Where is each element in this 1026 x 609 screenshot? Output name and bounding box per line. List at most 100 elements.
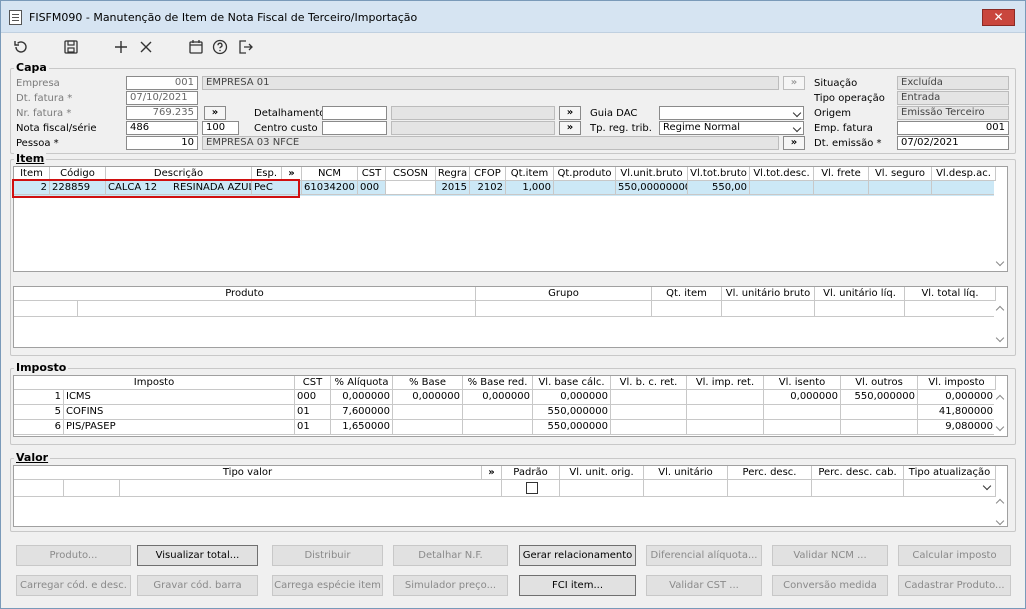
detalhar-nf-button[interactable]: Detalhar N.F.: [393, 545, 508, 566]
bc-ret-cell[interactable]: [611, 405, 687, 420]
exit-icon[interactable]: [235, 37, 255, 57]
vl-total-liq-empty-cell[interactable]: [905, 301, 996, 317]
imposto-name-cell[interactable]: ICMS: [64, 390, 295, 405]
base-red-cell[interactable]: [463, 405, 533, 420]
pessoa-code-field[interactable]: 10: [126, 136, 198, 150]
base-cell[interactable]: 0,000000: [393, 390, 463, 405]
col-vl-unitario-liq-header[interactable]: Vl. unitário líq.: [815, 287, 905, 301]
validar-cst-button[interactable]: Validar CST ...: [646, 575, 762, 596]
nr-fatura-lookup-button[interactable]: »: [204, 106, 226, 120]
carregar-cod-desc-button[interactable]: Carregar cód. e desc.: [16, 575, 131, 596]
vl-unitario-cell[interactable]: [644, 480, 728, 497]
imposto-number-cell[interactable]: 6: [14, 420, 64, 435]
col-aliquota-header[interactable]: % Alíquota: [331, 376, 393, 390]
imposto-name-cell[interactable]: COFINS: [64, 405, 295, 420]
aliquota-cell[interactable]: 1,650000: [331, 420, 393, 435]
vl-imposto-cell[interactable]: 0,000000: [918, 390, 996, 405]
col-vl-frete-header[interactable]: Vl. frete: [814, 167, 869, 181]
qt-item-cell[interactable]: 1,000: [506, 181, 554, 195]
tipo-valor-desc-cell[interactable]: [120, 480, 502, 497]
nota-fiscal-field[interactable]: 486: [126, 121, 198, 135]
isento-cell[interactable]: 0,000000: [764, 390, 841, 405]
col-vl-unitario-bruto-header[interactable]: Vl. unitário bruto: [722, 287, 815, 301]
produto-grid-scrollbar[interactable]: [994, 301, 1007, 347]
imposto-cst-cell[interactable]: 000: [295, 390, 331, 405]
outros-cell[interactable]: 550,000000: [841, 390, 918, 405]
vl-unit-bruto-cell[interactable]: 550,00000000: [616, 181, 688, 195]
col-vl-tot-desc-header[interactable]: Vl.tot.desc.: [750, 167, 814, 181]
aliquota-cell[interactable]: 7,600000: [331, 405, 393, 420]
col-cst-header[interactable]: CST: [358, 167, 386, 181]
col-vl-desp-ac-header[interactable]: Vl.desp.ac.: [932, 167, 996, 181]
delete-icon[interactable]: [136, 37, 156, 57]
col-vl-unit-orig-header[interactable]: Vl. unit. orig.: [560, 466, 644, 480]
conversao-medida-button[interactable]: Conversão medida: [772, 575, 888, 596]
base-calc-cell[interactable]: 550,000000: [533, 420, 611, 435]
base-calc-cell[interactable]: 550,000000: [533, 405, 611, 420]
produto-empty-cell[interactable]: [14, 301, 78, 317]
base-cell[interactable]: [393, 420, 463, 435]
col-imp-ret-header[interactable]: Vl. imp. ret.: [687, 376, 764, 390]
base-red-cell[interactable]: 0,000000: [463, 390, 533, 405]
perc-desc-cell[interactable]: [728, 480, 812, 497]
calendar-icon[interactable]: [186, 37, 206, 57]
padrao-checkbox[interactable]: [526, 482, 538, 494]
pessoa-lookup-button[interactable]: »: [783, 136, 805, 150]
dt-fatura-field[interactable]: 07/10/2021: [126, 91, 198, 105]
col-perc-desc-cab-header[interactable]: Perc. desc. cab.: [812, 466, 904, 480]
col-vl-unitario-header[interactable]: Vl. unitário: [644, 466, 728, 480]
col-base-calc-header[interactable]: Vl. base cálc.: [533, 376, 611, 390]
valor-grid-scrollbar[interactable]: [994, 498, 1007, 526]
col-imposto-header[interactable]: Imposto: [14, 376, 295, 390]
tipo-atualizacao-select[interactable]: [904, 480, 996, 497]
calcular-imposto-button[interactable]: Calcular imposto: [898, 545, 1011, 566]
bc-ret-cell[interactable]: [611, 390, 687, 405]
cadastrar-produto-button[interactable]: Cadastrar Produto...: [898, 575, 1011, 596]
base-calc-cell[interactable]: 0,000000: [533, 390, 611, 405]
col-outros-header[interactable]: Vl. outros: [841, 376, 918, 390]
col-cst-header[interactable]: CST: [295, 376, 331, 390]
col-perc-desc-header[interactable]: Perc. desc.: [728, 466, 812, 480]
detalhamento-lookup-button[interactable]: »: [559, 106, 581, 120]
imposto-cst-cell[interactable]: 01: [295, 405, 331, 420]
centro-custo-lookup-button[interactable]: »: [559, 121, 581, 135]
imposto-number-cell[interactable]: 5: [14, 405, 64, 420]
col-tipo-valor-header[interactable]: Tipo valor: [14, 466, 482, 480]
col-grupo-header[interactable]: Grupo: [476, 287, 652, 301]
refresh-icon[interactable]: [11, 37, 31, 57]
col-vl-total-liq-header[interactable]: Vl. total líq.: [905, 287, 996, 301]
col-tipo-valor-lookup-header[interactable]: »: [482, 466, 502, 480]
col-base-red-header[interactable]: % Base red.: [463, 376, 533, 390]
base-cell[interactable]: [393, 405, 463, 420]
aliquota-cell[interactable]: 0,000000: [331, 390, 393, 405]
validar-ncm-button[interactable]: Validar NCM ...: [772, 545, 888, 566]
col-regra-header[interactable]: Regra: [436, 167, 470, 181]
vl-frete-cell[interactable]: [814, 181, 869, 195]
tp-reg-trib-select[interactable]: Regime Normal: [659, 121, 804, 135]
col-isento-header[interactable]: Vl. isento: [764, 376, 841, 390]
col-qt-item-header[interactable]: Qt. item: [652, 287, 722, 301]
diferencial-aliquota-button[interactable]: Diferencial alíquota...: [646, 545, 762, 566]
visualizar-total-button[interactable]: Visualizar total...: [137, 545, 258, 566]
serie-field[interactable]: 100: [202, 121, 239, 135]
save-icon[interactable]: [61, 37, 81, 57]
outros-cell[interactable]: [841, 405, 918, 420]
produto-button[interactable]: Produto...: [16, 545, 131, 566]
simulador-preco-button[interactable]: Simulador preço...: [393, 575, 508, 596]
vl-tot-desc-cell[interactable]: [750, 181, 814, 195]
vl-tot-bruto-cell[interactable]: 550,00: [688, 181, 750, 195]
col-tipo-atualizacao-header[interactable]: Tipo atualização: [904, 466, 996, 480]
carrega-especie-item-button[interactable]: Carrega espécie item: [272, 575, 383, 596]
col-bc-ret-header[interactable]: Vl. b. c. ret.: [611, 376, 687, 390]
guia-dac-select[interactable]: [659, 106, 804, 120]
distribuir-button[interactable]: Distribuir: [272, 545, 383, 566]
cst-cell[interactable]: 000: [358, 181, 386, 195]
col-produto-header[interactable]: Produto: [14, 287, 476, 301]
imp-ret-cell[interactable]: [687, 420, 764, 435]
csosn-cell[interactable]: [386, 181, 436, 195]
detalhamento-code-field[interactable]: [322, 106, 387, 120]
col-padrao-header[interactable]: Padrão: [502, 466, 560, 480]
col-ncm-header[interactable]: NCM: [302, 167, 358, 181]
centro-custo-code-field[interactable]: [322, 121, 387, 135]
produto-empty-cell[interactable]: [78, 301, 476, 317]
